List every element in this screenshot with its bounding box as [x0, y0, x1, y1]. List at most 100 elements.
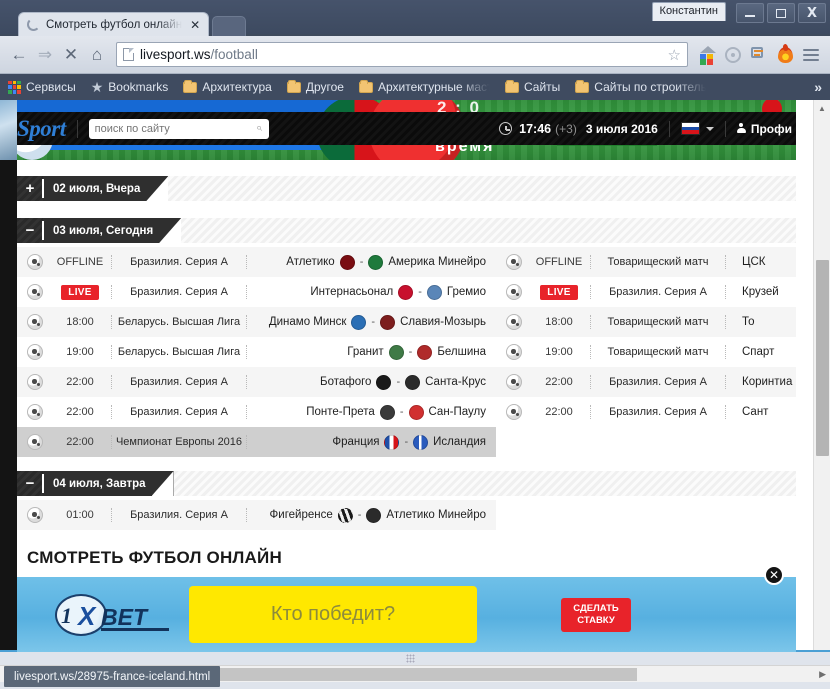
- address-bar[interactable]: livesport.ws/football ☆: [116, 42, 688, 67]
- bookmark-item-sajty[interactable]: Сайты: [504, 79, 569, 94]
- table-row[interactable]: OFFLINE Бразилия. Серия А Атлетико - Аме…: [17, 247, 496, 277]
- flame-icon[interactable]: [772, 42, 798, 68]
- stop-icon[interactable]: ✕: [58, 42, 84, 68]
- menu-icon[interactable]: [798, 42, 824, 68]
- table-row[interactable]: OFFLINE Товарищеский матч ЦСК: [496, 247, 796, 277]
- match-column-right: [496, 500, 796, 530]
- logo-underline: [101, 627, 169, 631]
- match-teams: Ботафого - Санта-Крус: [320, 374, 486, 390]
- browser-tab[interactable]: Смотреть футбол онлайн ✕: [18, 12, 210, 36]
- close-icon[interactable]: ✕: [764, 565, 784, 585]
- bookmark-star-icon[interactable]: ☆: [668, 46, 681, 64]
- match-teams: Франция - Исландия: [332, 434, 486, 450]
- 1xbet-logo[interactable]: 1 X BET: [55, 592, 169, 638]
- table-row[interactable]: 19:00 Беларусь. Высшая Лига Гранит - Бел…: [17, 337, 496, 367]
- match-league: Товарищеский матч: [607, 346, 709, 358]
- table-row[interactable]: 22:00 Бразилия. Серия А Ботафого - Санта…: [17, 367, 496, 397]
- place-bet-button[interactable]: СДЕЛАТЬ СТАВКУ: [561, 597, 631, 632]
- away-team: Белшина: [437, 346, 486, 358]
- site-logo[interactable]: Sport: [17, 116, 66, 142]
- url-host: livesport.ws: [140, 47, 211, 62]
- away-crest-icon: [366, 507, 382, 523]
- bookmark-item-services[interactable]: Сервисы: [8, 80, 85, 94]
- scroll-up-icon[interactable]: ▲: [814, 100, 830, 116]
- match-columns-tomorrow: 01:00 Бразилия. Серия А Фигейренсе - Атл…: [17, 500, 796, 530]
- folder-icon: [504, 79, 519, 93]
- bookmark-item-drugoe[interactable]: Другое: [286, 79, 353, 94]
- site-search[interactable]: ⌕: [88, 118, 269, 139]
- match-teams: Сант: [728, 406, 796, 418]
- person-icon: [736, 123, 746, 134]
- bookmark-item-arhitekturnye-mastera[interactable]: Архитектурные масте: [358, 79, 499, 94]
- match-league: Бразилия. Серия А: [130, 509, 228, 521]
- scroll-right-icon[interactable]: ▶: [819, 669, 826, 680]
- match-status: LIVE: [530, 285, 588, 300]
- bookmark-label: Другое: [305, 80, 344, 94]
- tab-title: Смотреть футбол онлайн: [46, 18, 183, 31]
- match-status: 19:00: [545, 346, 573, 358]
- home-team: Ботафого: [320, 376, 372, 388]
- profile-link[interactable]: Профи: [736, 122, 792, 136]
- match-teams: Коринтиа: [728, 376, 796, 388]
- scrollbar-thumb[interactable]: [816, 260, 829, 456]
- home-crest-icon: [376, 374, 392, 390]
- match-teams: Интернасьонал - Гремио: [310, 284, 486, 300]
- match-status: 22:00: [545, 406, 573, 418]
- folder-icon: [183, 79, 198, 93]
- bookmark-item-bookmarks[interactable]: ★ Bookmarks: [91, 80, 178, 94]
- shield-icon[interactable]: [720, 42, 746, 68]
- browser-window: Константин X Смотреть футбол онлайн ✕ ← …: [0, 0, 830, 689]
- ad-question-box[interactable]: Кто победит?: [189, 586, 477, 643]
- bookmarks-overflow-icon[interactable]: »: [814, 79, 822, 95]
- home-crest-icon: [379, 404, 395, 420]
- day-toggle-icon[interactable]: +: [17, 176, 43, 201]
- forward-icon[interactable]: ⇒: [32, 42, 58, 68]
- away-crest-icon: [405, 374, 421, 390]
- new-tab-button[interactable]: [212, 16, 246, 36]
- table-row[interactable]: LIVE Бразилия. Серия А Крузей: [496, 277, 796, 307]
- ru-flag-icon[interactable]: [680, 122, 700, 135]
- match-status: 19:00: [66, 346, 94, 358]
- home-icon[interactable]: ⌂: [84, 42, 110, 68]
- home-apps-icon[interactable]: [694, 42, 720, 68]
- home-crest-icon: [388, 344, 404, 360]
- back-icon[interactable]: ←: [6, 42, 32, 68]
- home-team: Динамо Минск: [268, 316, 347, 328]
- logo-x-text: X: [78, 600, 96, 631]
- match-league: Бразилия. Серия А: [609, 286, 707, 298]
- home-team: ЦСК: [742, 256, 766, 268]
- match-columns-today: OFFLINE Бразилия. Серия А Атлетико - Аме…: [17, 247, 796, 457]
- day-header-yesterday[interactable]: + 02 июля, Вчера: [17, 176, 796, 201]
- table-row[interactable]: 01:00 Бразилия. Серия А Фигейренсе - Атл…: [17, 500, 496, 530]
- table-row[interactable]: 22:00 Чемпионат Европы 2016 Франция - Ис…: [17, 427, 496, 457]
- football-icon: [27, 374, 43, 390]
- match-status: 22:00: [66, 406, 94, 418]
- match-teams: ЦСК: [728, 256, 796, 268]
- home-crest-icon: [351, 314, 367, 330]
- tab-close-icon[interactable]: ✕: [188, 19, 202, 31]
- table-row[interactable]: 22:00 Бразилия. Серия А Понте-Прета - Са…: [17, 397, 496, 427]
- table-row[interactable]: LIVE Бразилия. Серия А Интернасьонал - Г…: [17, 277, 496, 307]
- chevron-down-icon[interactable]: [705, 126, 714, 131]
- table-row[interactable]: 22:00 Бразилия. Серия А Сант: [496, 397, 796, 427]
- search-input[interactable]: [94, 122, 257, 135]
- hero-left-photo: [0, 100, 17, 160]
- day-toggle-icon[interactable]: −: [17, 218, 43, 243]
- day-header-tomorrow[interactable]: − 04 июля, Завтра: [17, 471, 796, 496]
- home-crest-icon: [339, 254, 355, 270]
- day-toggle-icon[interactable]: −: [17, 471, 43, 496]
- bookmark-item-arhitektura[interactable]: Архитектура: [183, 79, 281, 94]
- match-league: Бразилия. Серия А: [130, 286, 228, 298]
- search-icon[interactable]: ⌕: [256, 122, 262, 135]
- clipboard-icon[interactable]: [746, 42, 772, 68]
- advertisement-banner[interactable]: 1 X BET Кто победит? СДЕЛАТЬ СТАВКУ ✕: [17, 565, 796, 652]
- table-row[interactable]: 19:00 Товарищеский матч Спарт: [496, 337, 796, 367]
- table-row[interactable]: 18:00 Беларусь. Высшая Лига Динамо Минск…: [17, 307, 496, 337]
- header-date: 3 июля 2016: [585, 121, 658, 136]
- table-row[interactable]: 18:00 Товарищеский матч То: [496, 307, 796, 337]
- day-header-today[interactable]: − 03 июля, Сегодня: [17, 218, 796, 243]
- bookmark-item-sajty-po-stroitelstvu[interactable]: Сайты по строительс: [575, 79, 715, 94]
- page-vertical-scrollbar[interactable]: ▲: [813, 100, 830, 652]
- table-row[interactable]: 22:00 Бразилия. Серия А Коринтиа: [496, 367, 796, 397]
- match-status: 22:00: [66, 436, 94, 448]
